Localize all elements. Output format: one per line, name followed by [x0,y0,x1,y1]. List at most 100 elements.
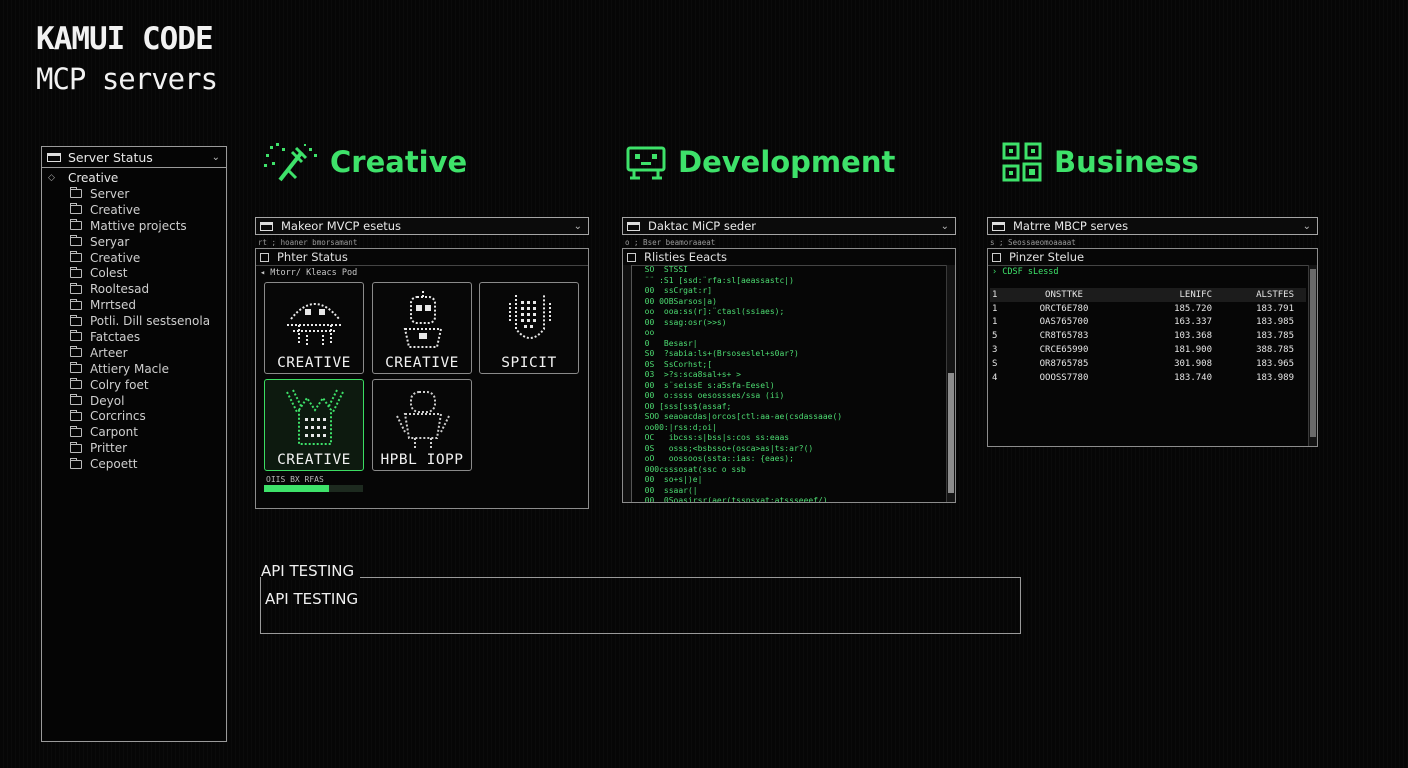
creative-window-header: Phter Status [256,249,588,266]
table-row[interactable]: 5 CR8T65783 103.368 183.785 [990,329,1306,343]
scrollbar-thumb[interactable] [948,373,954,493]
tile-label: CREATIVE [277,355,351,371]
sidebar-item-label: Colest [90,266,128,281]
code-area[interactable]: SO STSSI ¨¨ :S1 [ssd:¨rfa:sl[aeassastc|)… [623,265,955,502]
creative-status-window: Phter Status ◂ Mtorr/ Kleacs Pod CREATIV… [255,248,589,509]
table-row[interactable]: S OR8765785 301.908 183.965 [990,357,1306,371]
server-tile[interactable]: CREATIVE [372,282,472,374]
sidebar-item[interactable]: Mattive projects [42,218,226,234]
sidebar-header[interactable]: Server Status ⌄ [42,147,226,168]
table-cell: 163.337 [1174,317,1212,328]
sidebar-item[interactable]: Colry foet [42,377,226,393]
sidebar-item[interactable]: Pritter [42,440,226,456]
sidebar-item-label: Fatctaes [90,329,141,344]
table-cell: 103.368 [1174,331,1212,342]
scrollbar[interactable] [946,265,955,502]
table-cell: 181.900 [1174,345,1212,356]
sidebar-item[interactable]: Rooltesad [42,281,226,297]
sidebar-item[interactable]: Cepoett [42,456,226,472]
table-cell: 1 [992,303,998,314]
table-cell: 3 [992,345,998,356]
development-server-dropdown[interactable]: Daktac MiCP seder ⌄ [622,217,956,235]
table-cell: 183.785 [1256,331,1294,342]
server-tile-selected[interactable]: CREATIVE [264,379,364,471]
window-icon [260,221,273,231]
sidebar-item[interactable]: Colest [42,265,226,281]
sidebar-root-label: Creative [68,171,119,185]
column-header[interactable]: ONSTTKE [1014,288,1114,302]
category-business[interactable]: Business [1000,140,1199,184]
sidebar-item[interactable]: Deyol [42,393,226,409]
table-cell: 4 [992,372,998,383]
chevron-down-icon[interactable]: ⌄ [212,152,220,163]
scrollbar-thumb[interactable] [1310,269,1316,437]
chevron-down-icon[interactable]: ⌄ [941,221,949,232]
sidebar-item-label: Server [90,186,130,201]
sidebar-item[interactable]: Attiery Macle [42,361,226,377]
sidebar-item-label: Mrrtsed [90,298,136,313]
server-tile[interactable]: HPBL IOPP [372,379,472,471]
creative-window-subtitle: ◂ Mtorr/ Kleacs Pod [260,268,358,278]
sidebar-item[interactable]: Creative [42,202,226,218]
scrollbar[interactable] [1308,265,1317,446]
column-header[interactable]: 1 [990,288,1014,302]
table-cell: ORCT6E780 [1039,303,1089,314]
sidebar-item[interactable]: Seryar [42,234,226,250]
server-tile[interactable]: SPICIT [479,282,579,374]
column-header[interactable]: LENIFC [1114,288,1212,302]
folder-icon [70,441,82,453]
table-cell: OOOSS7780 [1039,372,1089,383]
code-line: S0 ?sabia:ls+(Brsoseslel+s0ar?) [635,349,799,358]
table-row[interactable]: 4 OOOSS7780 183.740 183.989 [990,371,1306,385]
creative-server-dropdown[interactable]: Makeor MVCP esetus ⌄ [255,217,589,235]
api-testing-box[interactable]: API TESTING [260,577,1021,634]
table-cell: OR8765785 [1039,358,1089,369]
business-dropdown-value: Matrre MBCP serves [1013,219,1129,233]
sidebar-server-status: Server Status ⌄ ◇ Creative Server Creativ… [41,146,227,742]
sidebar-item[interactable]: Arteer [42,345,226,361]
sidebar-item[interactable]: Potli. Dill sestsenola [42,313,226,329]
sidebar-item[interactable]: Carpont [42,424,226,440]
code-line: oo00:|rss:d;oi| [635,422,717,432]
sidebar-item[interactable]: Mrrtsed [42,297,226,313]
terminal-bot-icon [626,146,666,180]
table-row[interactable]: 3 CRCE65990 181.900 388.785 [990,343,1306,357]
api-testing-text: API TESTING [265,590,359,608]
sidebar-item-label: Attiery Macle [90,361,169,376]
sidebar-root-item[interactable]: ◇ Creative [42,170,226,186]
category-creative[interactable]: Creative [262,140,467,184]
table-body: 1 ORCT6E780 185.720 183.791 1 OAS765700 163.33… [990,302,1306,385]
code-line: oo [635,328,655,337]
folder-icon [70,235,82,247]
folder-icon [70,282,82,294]
category-business-title: Business [1054,145,1199,179]
sidebar-item[interactable]: Creative [42,250,226,266]
server-tile[interactable]: CREATIVE [264,282,364,374]
chevron-down-icon[interactable]: ⌄ [574,221,582,232]
development-dropdown-value: Daktac MiCP seder [648,219,757,233]
category-development-title: Development [678,145,896,179]
table-cell: 1 [992,317,998,328]
sidebar-item[interactable]: Fatctaes [42,329,226,345]
folder-icon [70,266,82,278]
folder-icon [70,187,82,199]
column-header[interactable]: ALSTFES [1212,288,1306,302]
code-line: 00 0OBSarsos|a) [635,296,717,306]
table-row[interactable]: 1 ORCT6E780 185.720 183.791 [990,302,1306,316]
table-row[interactable]: 1 OAS765700 163.337 183.985 [990,316,1306,330]
progress-bar [264,485,363,492]
sidebar-header-label: Server Status [68,149,153,165]
chevron-down-icon[interactable]: ⌄ [1303,221,1311,232]
sidebar-item[interactable]: Corcrincs [42,408,226,424]
table-cell: 183.791 [1256,303,1294,314]
creative-subtitle-text: Mtorr/ Kleacs Pod [270,268,358,278]
business-server-dropdown[interactable]: Matrre MBCP serves ⌄ [987,217,1318,235]
sidebar-item-label: Cepoett [90,457,138,472]
development-code-window: Rlisties Eeacts SO STSSI ¨¨ :S1 [ssd:¨rf… [622,248,956,503]
sidebar-item[interactable]: Server [42,186,226,202]
category-creative-title: Creative [330,145,468,179]
folder-icon [70,394,82,406]
category-development[interactable]: Development [624,140,895,184]
folder-icon [70,409,82,421]
folder-icon [70,362,82,374]
